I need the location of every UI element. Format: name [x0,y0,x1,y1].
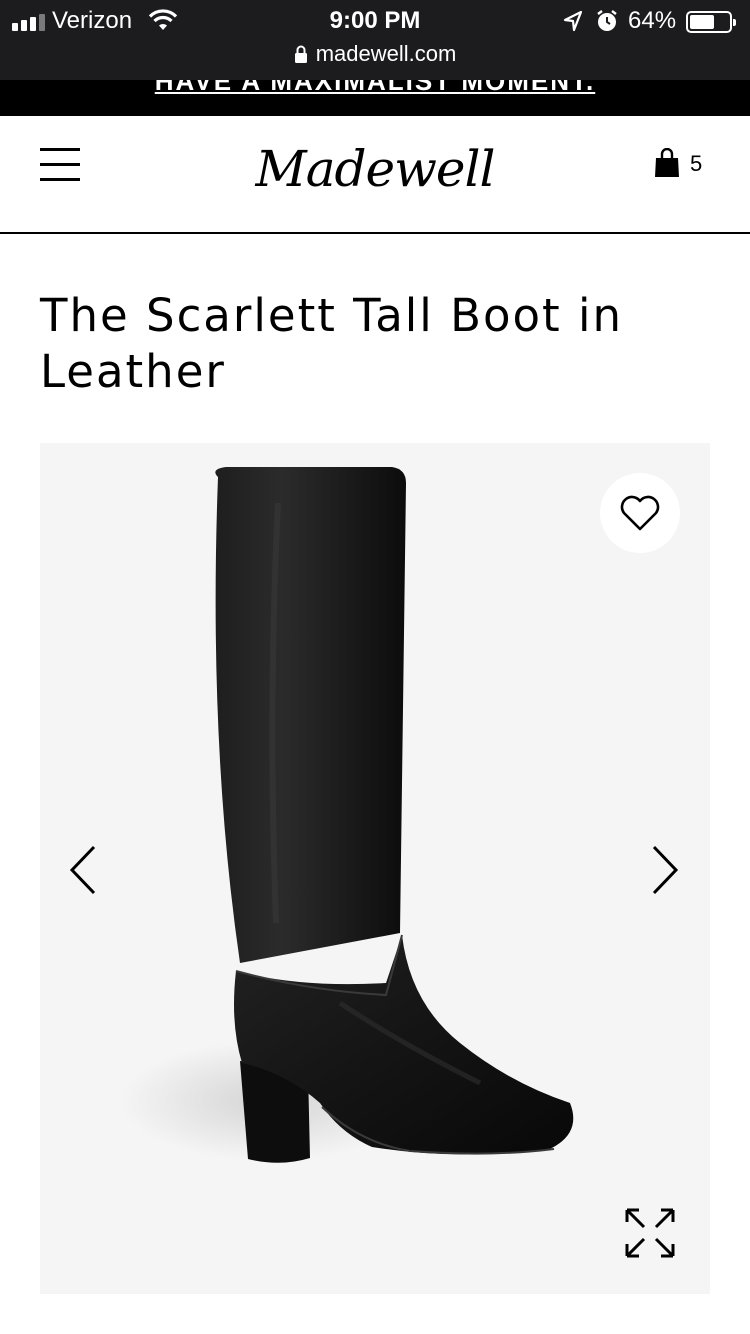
logo[interactable]: Madewell [0,140,750,198]
location-icon [563,10,583,32]
promo-banner[interactable]: HAVE A MAXIMALIST MOMENT. [0,80,750,116]
site-header: Madewell 5 [0,116,750,234]
product-image-gallery[interactable] [40,443,710,1294]
battery-percent: 64% [628,7,677,34]
status-row: Verizon 9:00 PM 64% [0,6,750,36]
expand-icon[interactable] [622,1205,678,1261]
product-image[interactable] [40,443,710,1294]
address-bar[interactable]: madewell.com [0,38,750,70]
promo-banner-text[interactable]: HAVE A MAXIMALIST MOMENT. [0,80,750,96]
chevron-left-icon[interactable] [66,843,100,897]
logo-text[interactable]: Madewell [256,140,496,198]
product-title: The Scarlett Tall Boot in Leather [40,289,623,398]
status-bar: Verizon 9:00 PM 64% madewell.com [0,0,750,80]
url-text: madewell.com [315,41,457,66]
chevron-right-icon[interactable] [648,843,682,897]
heart-icon [620,495,660,531]
alarm-icon [597,10,617,31]
shopping-bag-button[interactable]: 5 [654,148,714,188]
bag-count: 5 [690,151,703,176]
add-to-wishlist-button[interactable] [600,473,680,553]
lock-icon [294,45,307,63]
shopping-bag-icon [655,148,679,177]
battery-icon [686,11,736,33]
